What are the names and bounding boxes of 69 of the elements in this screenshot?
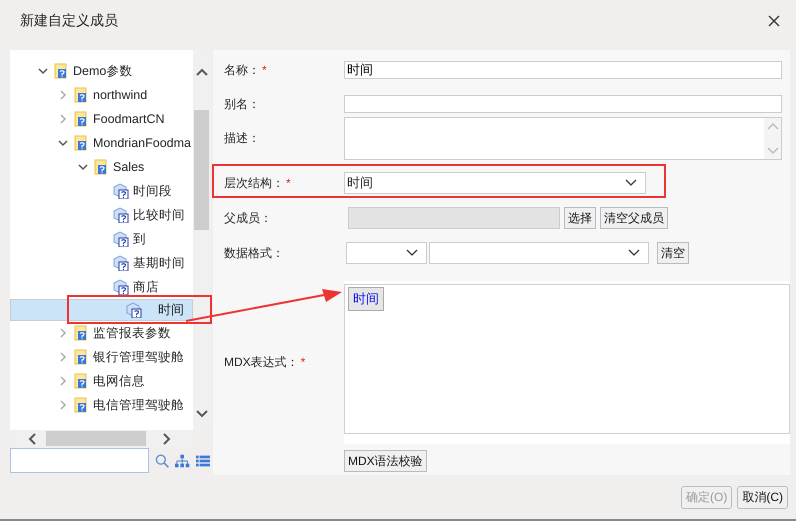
folder-icon (73, 111, 89, 127)
field-label: MDX表达式： * (224, 354, 306, 371)
tree-item[interactable]: Sales (10, 155, 193, 179)
chevron-right-icon[interactable] (58, 90, 68, 100)
cube-icon (113, 279, 129, 295)
cube-icon (126, 302, 142, 318)
folder-icon (93, 159, 109, 175)
window-title: 新建自定义成员 (20, 12, 118, 30)
name-field[interactable]: 时间 (344, 61, 782, 79)
scroll-left-icon[interactable] (28, 432, 36, 444)
tree-item[interactable]: 时间段 (10, 179, 193, 203)
chevron-down-icon[interactable] (625, 179, 637, 187)
tree-item[interactable]: 银行管理驾驶舱 (10, 345, 193, 369)
hierarchy-icon[interactable] (175, 454, 190, 468)
chevron-down-icon[interactable] (406, 249, 418, 257)
folder-icon (73, 87, 89, 103)
folder-icon (73, 373, 89, 389)
clear-button[interactable]: 清空 (657, 242, 689, 264)
field-label: 数据格式： (224, 244, 285, 262)
cube-icon (113, 231, 129, 247)
field-label: 层次结构： * (224, 174, 292, 192)
tree-item[interactable]: 基期时间 (10, 251, 193, 275)
tree-item[interactable]: 时间 (10, 299, 193, 321)
cube-icon (113, 207, 129, 223)
list-icon[interactable] (196, 454, 210, 466)
tree-item[interactable]: northwind (10, 83, 193, 107)
scroll-down-icon[interactable] (196, 410, 208, 418)
tree-item[interactable]: FoodmartCN (10, 107, 193, 131)
chevron-down-icon[interactable] (78, 162, 88, 172)
close-icon[interactable] (768, 15, 780, 27)
tree-item[interactable]: Demo参数 (10, 59, 193, 83)
field-label: 名称： * (224, 62, 268, 78)
chevron-down-icon[interactable] (628, 249, 640, 257)
chevron-right-icon[interactable] (58, 114, 68, 124)
field-label: 描述： (224, 130, 261, 147)
tree-item[interactable]: 到 (10, 227, 193, 251)
cube-icon (113, 183, 129, 199)
scroll-right-icon[interactable] (163, 432, 171, 444)
folder-icon (73, 349, 89, 365)
chevron-right-icon[interactable] (58, 376, 68, 386)
form-button[interactable]: 清空父成员 (600, 207, 668, 229)
tree-item[interactable]: 电网信息 (10, 369, 193, 393)
alias-field[interactable] (344, 95, 782, 113)
cube-icon (113, 255, 129, 271)
form-button[interactable]: 选择 (564, 207, 596, 229)
field-label: 别名： (224, 96, 261, 112)
tree-item[interactable]: 比较时间 (10, 203, 193, 227)
chevron-right-icon[interactable] (58, 400, 68, 410)
folder-icon (73, 397, 89, 413)
search-field[interactable] (10, 448, 149, 473)
search-icon[interactable] (155, 452, 170, 468)
validate-button[interactable]: MDX语法校验 (344, 450, 427, 472)
mdx-editor[interactable]: 时间 (344, 284, 790, 434)
folder-icon (73, 135, 89, 151)
field-label: 父成员： (224, 210, 273, 226)
hierarchy-dropdown[interactable]: 时间 (344, 172, 646, 194)
folder-icon (53, 63, 69, 79)
mdx-token[interactable]: 时间 (348, 287, 384, 311)
folder-icon (73, 325, 89, 341)
tree-item[interactable]: 商店 (10, 275, 193, 299)
tree-item[interactable]: MondrianFoodma (10, 131, 193, 155)
chevron-down-icon[interactable] (38, 66, 48, 76)
chevron-right-icon[interactable] (58, 328, 68, 338)
tree-item[interactable]: 监管报表参数 (10, 321, 193, 345)
scroll-up-icon[interactable] (196, 68, 208, 76)
chevron-down-icon[interactable] (58, 138, 68, 148)
chevron-right-icon[interactable] (58, 352, 68, 362)
dialog-button[interactable]: 取消(C) (737, 486, 788, 509)
tree-item[interactable]: 电信管理驾驶舱 (10, 393, 193, 417)
